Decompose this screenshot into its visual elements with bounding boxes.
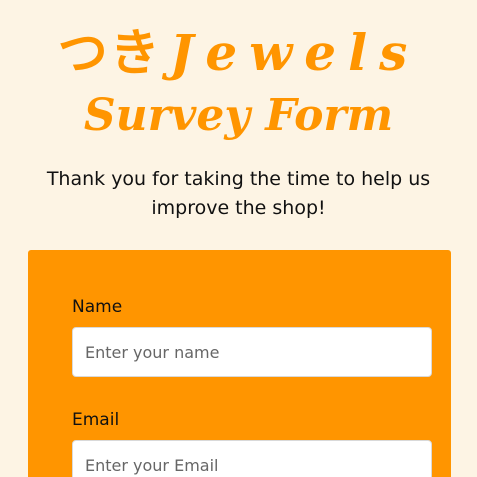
brand-title-english: Jewels — [169, 23, 420, 82]
brand-title-japanese: つき — [57, 24, 162, 82]
brand-title: つき Jewels — [0, 28, 477, 79]
page-title: Survey Form — [83, 90, 394, 141]
survey-form: Name Email — [28, 250, 451, 477]
email-input[interactable] — [72, 440, 432, 477]
name-input[interactable] — [72, 327, 432, 377]
email-label: Email — [72, 410, 120, 430]
intro-text: Thank you for taking the time to help us… — [46, 168, 431, 219]
name-label: Name — [72, 297, 123, 317]
